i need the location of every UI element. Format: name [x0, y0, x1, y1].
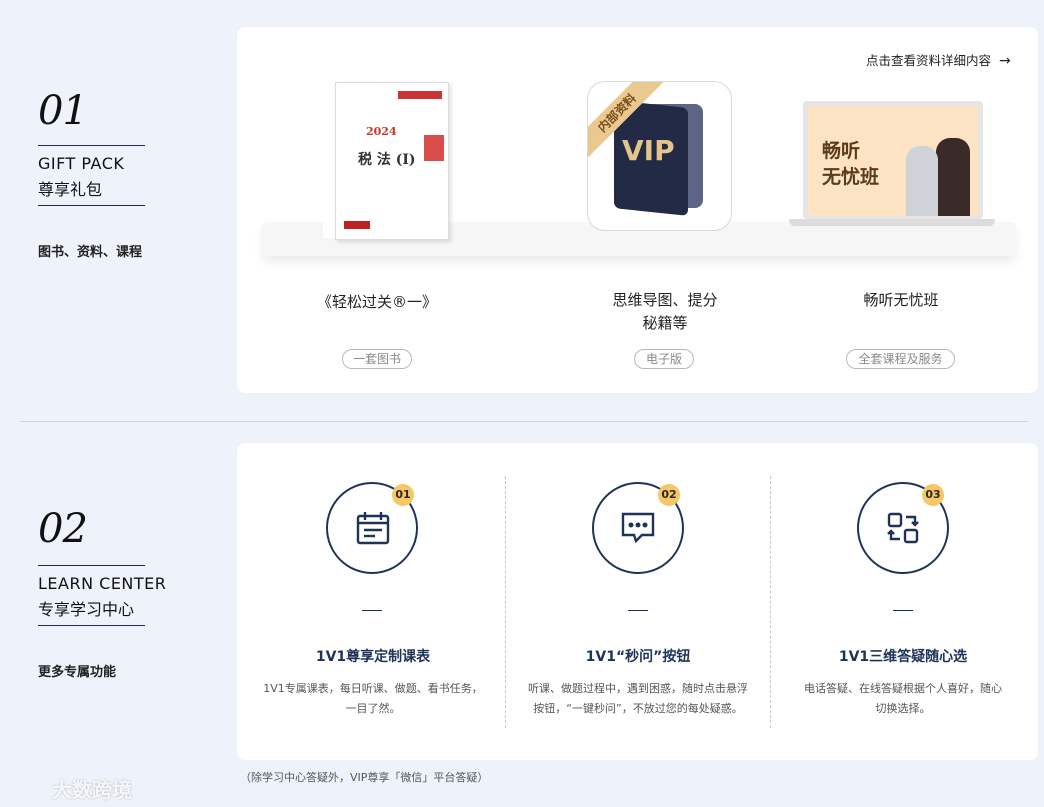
feature-divider [505, 476, 506, 728]
feature-title: 1V1“秒问”按钮 [585, 649, 691, 665]
item-title-books: 《轻松过关®一》 [316, 293, 437, 311]
vip-label: VIP [622, 134, 675, 167]
feature-desc: 电话答疑、在线答疑根据个人喜好，随心 切换选择。 [804, 682, 1002, 715]
detail-link-label: 点击查看资料详细内容 [866, 53, 992, 68]
feature-badge: 03 [922, 484, 944, 506]
detail-link[interactable]: 点击查看资料详细内容 → [866, 50, 1011, 69]
section-subtitle: 图书、资料、课程 [38, 245, 143, 260]
calendar-icon [355, 510, 391, 550]
feature-badge: 01 [392, 484, 414, 506]
section-cn-title: 尊享礼包 [38, 180, 103, 199]
section-subtitle: 更多专属功能 [38, 665, 117, 680]
chat-bubble-icon [620, 511, 656, 549]
switch-icon [886, 511, 920, 549]
feature-dash [362, 610, 382, 611]
book-year: 2024 [366, 125, 397, 138]
item-tag-books: 一套图书 [342, 349, 412, 369]
section-rule [38, 205, 145, 206]
laptop-base [789, 219, 995, 226]
vip-materials-image: VIP 内部资料 [587, 81, 732, 231]
book-title: 税 法 (I) [358, 152, 416, 168]
section-number: 02 [38, 506, 88, 552]
item-tag-course: 全套课程及服务 [846, 349, 955, 369]
book-image: 2024 税 法 (I) [323, 82, 449, 240]
feature-desc: 听课、做题过程中，遇到困惑，随时点击悬浮 按钮，“一键秒问”，不放过您的每处疑惑… [528, 682, 748, 715]
section-en-title: GIFT PACK [38, 154, 125, 173]
feature-desc: 1V1专属课表，每日听课、做题、看书任务， 一目了然。 [263, 682, 483, 715]
section-number: 01 [38, 88, 88, 134]
feature-divider [770, 476, 771, 728]
feature-title: 1V1尊享定制课表 [315, 649, 431, 665]
section-en-title: LEARN CENTER [38, 574, 167, 593]
laptop-course-image: 畅听 无忧班 [803, 101, 983, 219]
footnote: （除学习中心答疑外，VIP尊享「微信」平台答疑） [240, 771, 489, 784]
item-title-course: 畅听无忧班 [863, 291, 939, 309]
feature-dash [893, 610, 913, 611]
watermark-logo: 大数跨境 [52, 778, 132, 802]
item-title-materials: 思维导图、提分 秘籍等 [612, 291, 718, 332]
item-tag-materials: 电子版 [634, 349, 694, 369]
section-cn-title: 专享学习中心 [38, 600, 135, 619]
feature-badge: 02 [658, 484, 680, 506]
feature-dash [628, 610, 648, 611]
laptop-screen-title: 畅听 无忧班 [822, 140, 880, 188]
section-rule [38, 625, 145, 626]
arrow-right-icon: → [999, 53, 1011, 69]
section-divider [20, 421, 1028, 422]
section-rule [38, 145, 145, 146]
feature-title: 1V1三维答疑随心选 [838, 649, 968, 665]
section-rule [38, 565, 145, 566]
